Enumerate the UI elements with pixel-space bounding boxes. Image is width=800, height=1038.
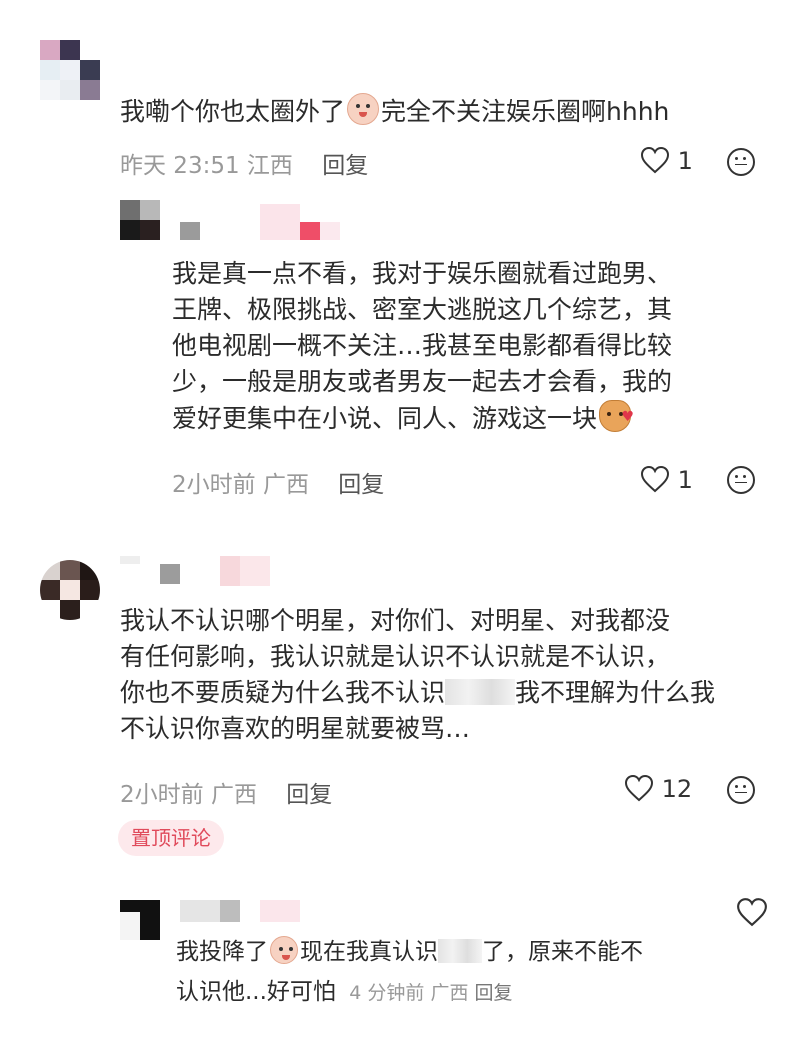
comment-line: 我不理解为什么我 [515, 678, 716, 707]
comment-line: 不认识你喜欢的明星就要被骂… [120, 714, 471, 743]
heart-icon [640, 465, 670, 493]
comment-line: 少，一般是朋友或者男友一起去才会看，我的 [172, 367, 673, 396]
like-count: 12 [661, 775, 693, 803]
emoji-reaction-icon[interactable] [727, 466, 755, 494]
comment-text-part: 完全不关注娱乐圈啊hhhh [381, 97, 670, 126]
comment-text: 我是真一点不看，我对于娱乐圈就看过跑男、 王牌、极限挑战、密室大逃脱这几个综艺，… [172, 256, 672, 437]
heart-icon [737, 898, 767, 927]
timestamp: 4 分钟前 [349, 982, 425, 1004]
like-button[interactable]: 1 [640, 146, 693, 175]
baby-crying-emoji-icon [347, 93, 380, 125]
comment-line: 有任何影响，我认识就是认识不认识就是不认识， [120, 642, 671, 671]
censor-blur [445, 679, 516, 705]
comment-text: 我嘞个你也太圈外了 完全不关注娱乐圈啊hhhh [120, 93, 669, 130]
location: 广西 [262, 472, 309, 498]
comment-line: 爱好更集中在小说、同人、游戏这一块 [172, 404, 598, 433]
location: 广西 [210, 782, 257, 808]
cat-heart-emoji-icon [599, 399, 634, 435]
comment-line: 你也不要质疑为什么我不认识 [120, 678, 446, 707]
avatar[interactable] [120, 200, 160, 240]
comment-line: 现在我真认识 [300, 939, 438, 965]
timestamp: 2小时前 [172, 472, 256, 498]
timestamp: 昨天 23:51 [120, 153, 240, 179]
avatar[interactable] [40, 40, 100, 100]
username[interactable] [180, 204, 340, 240]
like-count: 1 [677, 466, 693, 494]
username[interactable] [120, 556, 280, 592]
username[interactable] [180, 900, 320, 924]
pinned-comment-badge: 置顶评论 [118, 820, 224, 856]
comment-meta: 2小时前 广西 回复 [172, 465, 384, 499]
timestamp: 2小时前 [120, 782, 204, 808]
like-button[interactable]: 12 [624, 774, 692, 803]
comment-text-part: 我嘞个你也太圈外了 [120, 97, 346, 126]
baby-smile-emoji-icon [270, 936, 298, 964]
comment-line: 认识他...好可怕 [176, 979, 336, 1005]
heart-icon [624, 774, 654, 802]
emoji-reaction-icon[interactable] [727, 776, 755, 804]
like-button[interactable] [736, 897, 768, 931]
heart-icon [640, 146, 670, 174]
avatar[interactable] [40, 560, 100, 620]
avatar[interactable] [120, 900, 160, 940]
reply-button[interactable]: 回复 [322, 153, 368, 179]
comment-meta: 4 分钟前 广西 回复 [349, 982, 512, 1004]
comment-line: 我认不认识哪个明星，对你们、对明星、对我都没 [120, 606, 671, 635]
like-button[interactable]: 1 [640, 465, 693, 494]
reply-button[interactable]: 回复 [338, 472, 384, 498]
emoji-reaction-icon[interactable] [727, 148, 755, 176]
reply-button[interactable]: 回复 [286, 782, 332, 808]
location: 江西 [246, 153, 293, 179]
comment-line: 他电视剧一概不关注…我甚至电影都看得比较 [172, 331, 673, 360]
comment-text: 我认不认识哪个明星，对你们、对明星、对我都没 有任何影响，我认识就是认识不认识就… [120, 603, 715, 747]
location: 广西 [430, 982, 469, 1004]
like-count: 1 [677, 147, 693, 175]
reply-button[interactable]: 回复 [475, 982, 513, 1004]
comment-meta: 昨天 23:51 江西 回复 [120, 146, 368, 180]
comment-line: 我投降了 [176, 939, 268, 965]
comment-line: 王牌、极限挑战、密室大逃脱这几个综艺，其 [172, 295, 673, 324]
censor-blur [438, 939, 482, 963]
comment-line: 了，原来不能不 [482, 939, 643, 965]
comment-meta: 2小时前 广西 回复 [120, 775, 332, 809]
comment-line: 我是真一点不看，我对于娱乐圈就看过跑男、 [172, 259, 673, 288]
comment-text: 我投降了 现在我真认识 了，原来不能不 认识他...好可怕 4 分钟前 广西 回复 [176, 932, 643, 1013]
